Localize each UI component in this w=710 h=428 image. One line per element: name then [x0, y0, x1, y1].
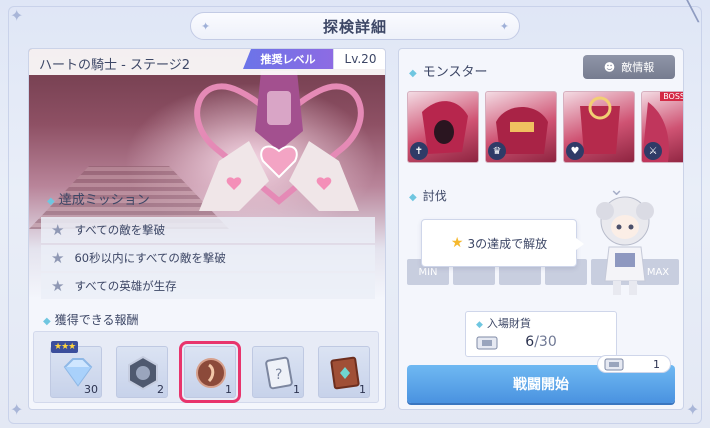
- monsters-heading: ◆ モンスター: [409, 65, 488, 80]
- sword-class-icon: ✝: [410, 142, 428, 160]
- reward-count: 1: [359, 383, 366, 396]
- monster-list: ✝ ♛ ♥ BOSS ⚔: [407, 91, 683, 171]
- enemy-info-label: 敵情報: [621, 61, 655, 74]
- stage-name: ハートの騎士 - ステージ2: [39, 58, 190, 73]
- reward-count: 1: [225, 383, 232, 396]
- heart-knight-illustration: [194, 71, 364, 211]
- reward-item-diamond[interactable]: ★★★ 30: [50, 341, 102, 398]
- close-icon[interactable]: ╲: [680, 0, 704, 24]
- mascot-girl-illustration: [596, 196, 654, 295]
- diamond-ornament-icon: ✦: [201, 20, 211, 33]
- reward-count: 1: [293, 383, 300, 396]
- reward-item-card[interactable]: ? 1: [252, 346, 304, 398]
- enemy-face-icon: ☻: [603, 60, 616, 74]
- battle-cost-badge: 1: [597, 355, 671, 373]
- monster-card-boss[interactable]: BOSS ⚔: [641, 91, 683, 163]
- star-icon: ★: [51, 249, 65, 267]
- stage-panel: ハートの騎士 - ステージ2 推奨レベル Lv.20 ◆ 達成ミッション ★ すべて…: [28, 48, 386, 410]
- unlock-tooltip-text: 3の達成で解放: [467, 236, 548, 251]
- diamond-bullet-icon: ◆: [43, 316, 51, 327]
- corner-sparkle-icon: ✦: [10, 6, 24, 25]
- diamond-ornament-icon: ✦: [499, 20, 509, 33]
- entry-fee-box: ◆ 入場財貨 6/30: [465, 311, 617, 357]
- monster-card[interactable]: ♥: [563, 91, 635, 163]
- monster-panel: ◆ モンスター ☻ 敵情報 ✝ ♛ ♥ BOSS ⚔ ◆ 討伐 MIN MAX …: [398, 48, 684, 410]
- ticket-icon: [604, 358, 624, 371]
- reward-item-orb[interactable]: 1: [179, 341, 241, 403]
- recommended-level-value: Lv.20: [333, 49, 385, 69]
- rewards-heading: ◆ 獲得できる報酬: [43, 313, 139, 327]
- title-bar: ✦ 探検詳細 ✦: [190, 12, 520, 40]
- crossed-swords-icon: ⚔: [644, 142, 662, 160]
- entry-fee-value: 6/30: [525, 334, 557, 350]
- star-icon: ★: [450, 235, 464, 251]
- mission-item: ★ すべての英雄が生存: [41, 273, 375, 299]
- window-title: 探検詳細: [322, 17, 387, 36]
- boss-label: BOSS: [660, 92, 683, 101]
- corner-sparkle-icon: ✦: [686, 400, 700, 419]
- stage-header: ハートの騎士 - ステージ2 推奨レベル Lv.20: [29, 49, 385, 75]
- diamond-bullet-icon: ◆: [476, 320, 483, 330]
- monster-card[interactable]: ♛: [485, 91, 557, 163]
- corner-sparkle-icon: ✦: [10, 400, 24, 419]
- reward-count: 30: [84, 383, 98, 396]
- reward-item-book[interactable]: 1: [318, 346, 370, 398]
- unlock-tooltip: ★ 3の達成で解放: [421, 219, 584, 267]
- start-battle-label: 戦闘開始: [513, 377, 569, 393]
- mission-item: ★ 60秒以内にすべての敵を撃破: [41, 245, 375, 271]
- recommended-level-label: 推奨レベル: [243, 49, 333, 69]
- star-icon: ★: [51, 221, 65, 239]
- shield-class-icon: ♥: [566, 142, 584, 160]
- svg-text:?: ?: [275, 367, 282, 383]
- reward-item-badge[interactable]: 2: [116, 346, 168, 398]
- star-icon: ★: [51, 277, 65, 295]
- reward-count: 2: [157, 383, 164, 396]
- monster-card[interactable]: ✝: [407, 91, 479, 163]
- reward-list: ★★★ 30 2 1 ? 1 1: [33, 331, 379, 403]
- battle-cost-value: 1: [653, 357, 660, 371]
- entry-fee-label: ◆ 入場財貨: [476, 317, 531, 330]
- missions-heading: ◆ 達成ミッション: [47, 193, 150, 208]
- diamond-bullet-icon: ◆: [47, 196, 55, 207]
- mission-item: ★ すべての敵を撃破: [41, 217, 375, 243]
- enemy-info-button[interactable]: ☻ 敵情報: [583, 55, 675, 79]
- mission-list: ★ すべての敵を撃破 ★ 60秒以内にすべての敵を撃破 ★ すべての英雄が生存: [41, 217, 375, 301]
- diamond-bullet-icon: ◆: [409, 68, 417, 79]
- diamond-bullet-icon: ◆: [409, 192, 417, 203]
- subjugation-heading: ◆ 討伐: [409, 189, 447, 203]
- crown-class-icon: ♛: [488, 142, 506, 160]
